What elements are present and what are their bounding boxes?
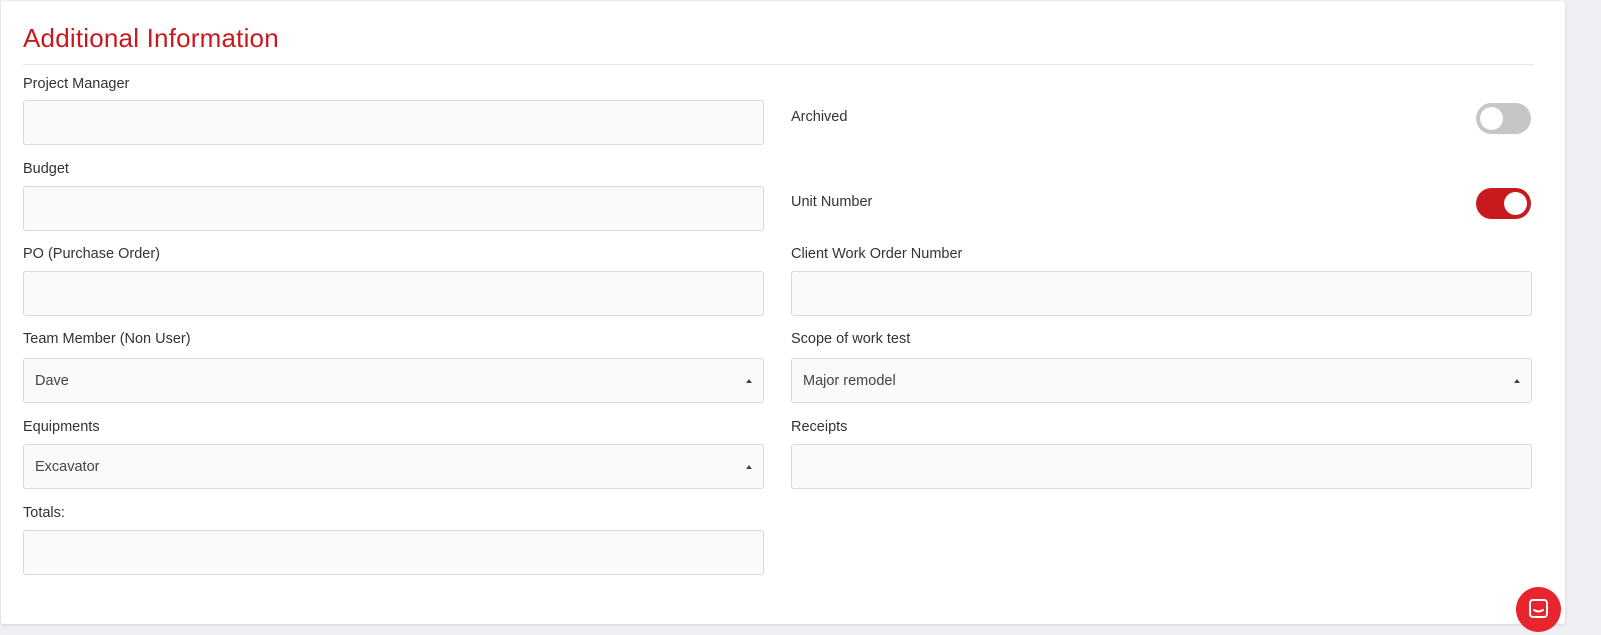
divider [23, 64, 1534, 65]
po-input[interactable] [23, 271, 764, 316]
receipts-input[interactable] [791, 444, 1532, 489]
equipments-label: Equipments [23, 419, 100, 435]
scope-of-work-select[interactable]: Major remodel [791, 358, 1532, 403]
toggle-knob [1480, 107, 1503, 130]
team-member-value: Dave [35, 372, 69, 389]
equipments-value: Excavator [35, 458, 100, 475]
receipts-label: Receipts [791, 419, 848, 435]
additional-information-card: Additional Information Project Manager B… [1, 1, 1565, 624]
team-member-select[interactable]: Dave [23, 358, 764, 403]
project-manager-input[interactable] [23, 100, 764, 145]
equipments-select[interactable]: Excavator [23, 444, 764, 489]
toggle-knob [1504, 192, 1527, 215]
unit-number-label: Unit Number [791, 194, 873, 210]
chat-button[interactable] [1516, 587, 1561, 632]
section-title: Additional Information [23, 23, 279, 53]
archived-toggle[interactable] [1476, 103, 1531, 134]
po-label: PO (Purchase Order) [23, 246, 160, 262]
client-work-order-input[interactable] [791, 271, 1532, 316]
caret-up-icon [746, 464, 752, 469]
totals-input[interactable] [23, 530, 764, 575]
chat-icon [1529, 599, 1548, 618]
budget-label: Budget [23, 161, 69, 177]
unit-number-toggle[interactable] [1476, 188, 1531, 219]
client-work-order-label: Client Work Order Number [791, 246, 963, 262]
caret-up-icon [1514, 378, 1520, 383]
budget-input[interactable] [23, 186, 764, 231]
team-member-label: Team Member (Non User) [23, 331, 191, 347]
project-manager-label: Project Manager [23, 76, 130, 92]
scope-of-work-value: Major remodel [803, 372, 896, 389]
scope-of-work-label: Scope of work test [791, 331, 911, 347]
totals-label: Totals: [23, 505, 65, 521]
caret-up-icon [746, 378, 752, 383]
archived-label: Archived [791, 109, 848, 125]
